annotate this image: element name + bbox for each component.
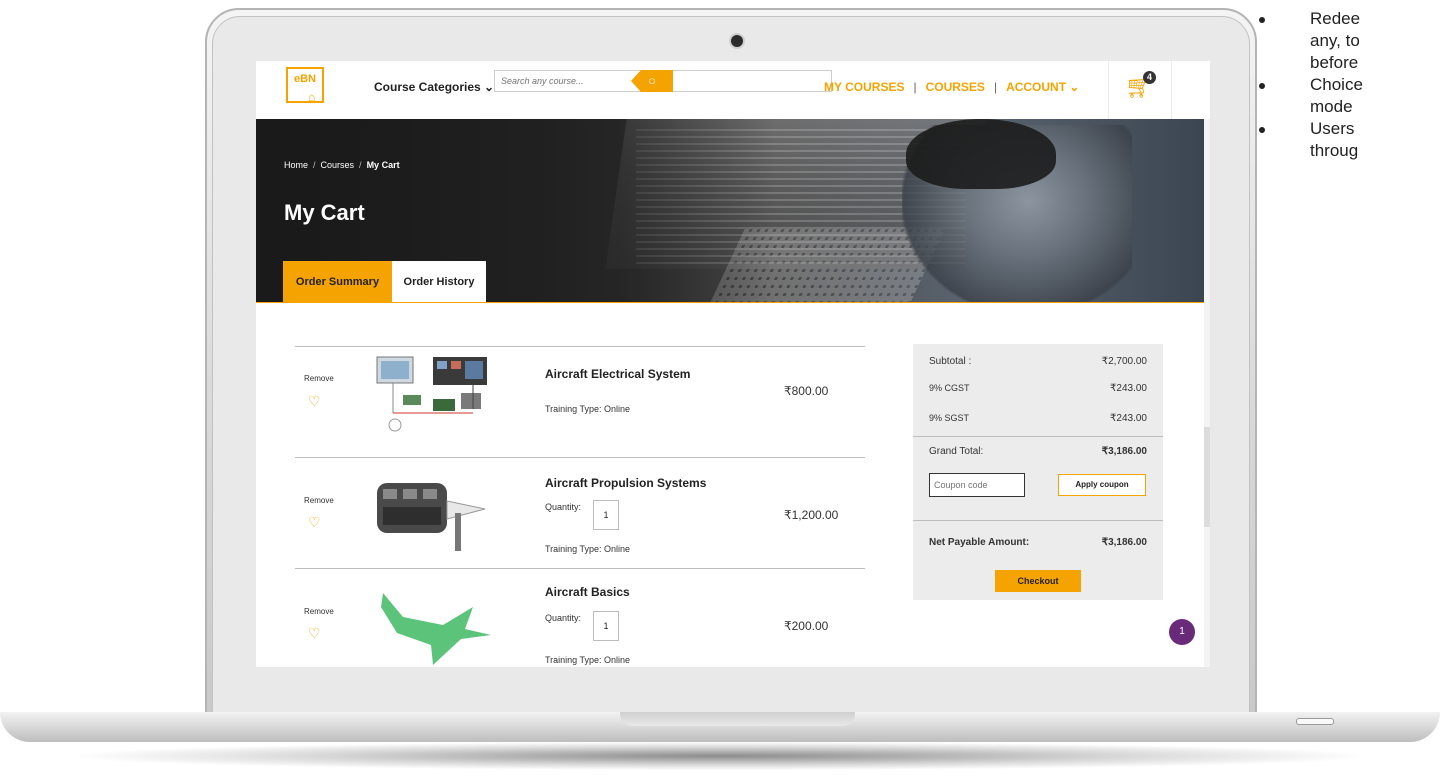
- heart-icon[interactable]: ♡: [308, 393, 321, 410]
- breadcrumb-separator: /: [313, 160, 316, 170]
- side-note-line: Users: [1310, 119, 1355, 138]
- nav-separator: |: [993, 80, 998, 94]
- training-type: Training Type: Online: [545, 404, 631, 414]
- side-note-line: throug: [1310, 141, 1359, 160]
- quantity-input[interactable]: 1: [593, 500, 619, 530]
- breadcrumb-separator: /: [359, 160, 362, 170]
- search-input[interactable]: [501, 74, 621, 88]
- scrollbar-thumb[interactable]: [1204, 427, 1210, 527]
- course-price: ₹800.00: [784, 384, 829, 398]
- cart-button[interactable]: 🛒︎ 4: [1108, 61, 1172, 119]
- coupon-code-input[interactable]: [929, 473, 1025, 497]
- side-note-line: Choice: [1310, 75, 1363, 94]
- chevron-down-icon: ⌄: [484, 80, 495, 94]
- course-categories-label: Course Categories: [374, 80, 481, 94]
- side-note-item: Users throug: [1241, 118, 1440, 162]
- search-icon: ○: [648, 73, 656, 88]
- cart-item: Remove ♡ Aircraft Electrical System Trai…: [295, 346, 865, 457]
- course-price: ₹1,200.00: [784, 508, 839, 522]
- remove-link[interactable]: Remove: [304, 607, 334, 616]
- remove-link[interactable]: Remove: [304, 496, 334, 505]
- hero-divider: [256, 302, 1210, 303]
- hero-banner: Home / Courses / My Cart My Cart Order Summa…: [256, 119, 1210, 303]
- top-navigation-bar: eBN ⌂ Course Categories ⌄ ○ MY COURSES | C…: [256, 61, 1210, 119]
- tab-order-history[interactable]: Order History: [392, 261, 486, 303]
- laptop-shadow: [80, 742, 1360, 770]
- tab-order-summary[interactable]: Order Summary: [283, 261, 392, 303]
- search-box: ○: [494, 70, 832, 92]
- heart-icon[interactable]: ♡: [308, 514, 321, 531]
- breadcrumb-current: My Cart: [366, 160, 400, 170]
- breadcrumb-home[interactable]: Home: [284, 160, 308, 170]
- summary-divider: [913, 436, 1163, 437]
- remove-link[interactable]: Remove: [304, 374, 334, 383]
- breadcrumb: Home / Courses / My Cart: [284, 160, 400, 170]
- cart-item: Remove ♡ Aircraft Basics Quantity: 1 Tra…: [295, 568, 865, 667]
- scrollbar-track[interactable]: [1204, 119, 1210, 667]
- graduation-cap-icon: ⌂: [308, 90, 316, 104]
- cgst-label: 9% CGST: [929, 383, 970, 393]
- side-notes-list: Redee any, to before Choice mode Users t…: [1259, 8, 1440, 162]
- bullet-icon: [1259, 127, 1265, 133]
- nav-courses[interactable]: COURSES: [926, 80, 985, 94]
- course-title[interactable]: Aircraft Basics: [545, 585, 630, 599]
- training-type: Training Type: Online: [545, 655, 631, 665]
- subtotal-label: Subtotal :: [929, 356, 972, 367]
- cart-count-badge: 4: [1143, 71, 1156, 84]
- subtotal-value: ₹2,700.00: [1101, 356, 1147, 367]
- net-payable-label: Net Payable Amount:: [929, 537, 1030, 548]
- chat-notification-badge[interactable]: 1: [1169, 619, 1195, 645]
- course-thumbnail-propulsion[interactable]: [373, 473, 493, 553]
- quantity-label: Quantity:: [545, 502, 582, 512]
- laptop-base-notch: [620, 712, 855, 726]
- side-note-item: Choice mode: [1241, 74, 1440, 118]
- camera-icon: [731, 35, 743, 47]
- bullet-icon: [1259, 83, 1265, 89]
- chevron-down-icon: ⌄: [1069, 80, 1080, 94]
- net-payable-value: ₹3,186.00: [1101, 537, 1147, 548]
- page-title: My Cart: [284, 200, 365, 225]
- breadcrumb-courses[interactable]: Courses: [321, 160, 355, 170]
- search-button[interactable]: ○: [631, 70, 673, 92]
- sgst-label: 9% SGST: [929, 413, 970, 423]
- heart-icon[interactable]: ♡: [308, 625, 321, 642]
- cart-item: Remove ♡ Aircraft Propulsion Systems Qua…: [295, 457, 865, 568]
- side-note-line: Redee: [1310, 9, 1361, 28]
- quantity-input[interactable]: 1: [593, 611, 619, 641]
- cgst-value: ₹243.00: [1110, 383, 1147, 394]
- side-note-line: any, to: [1310, 31, 1360, 50]
- quantity-label: Quantity:: [545, 613, 582, 623]
- apply-coupon-button[interactable]: Apply coupon: [1058, 474, 1146, 496]
- nav-account[interactable]: ACCOUNT: [1006, 80, 1066, 94]
- summary-divider: [913, 520, 1163, 521]
- cart-items-list: Remove ♡ Aircraft Electrical System Trai…: [295, 346, 865, 667]
- course-thumbnail-aircraft[interactable]: [373, 587, 493, 667]
- side-note-line: before: [1310, 53, 1359, 72]
- logo-text: eBN: [293, 73, 316, 85]
- course-price: ₹200.00: [784, 619, 829, 633]
- nav-my-courses[interactable]: MY COURSES: [824, 80, 904, 94]
- laptop-led: [1296, 718, 1334, 725]
- hero-image-hair: [906, 119, 1056, 189]
- course-categories-menu[interactable]: Course Categories ⌄: [374, 80, 494, 94]
- order-summary-panel: Subtotal : ₹2,700.00 9% CGST ₹243.00 9% …: [913, 344, 1163, 600]
- training-type: Training Type: Online: [545, 544, 631, 554]
- logo[interactable]: eBN ⌂: [286, 67, 324, 104]
- checkout-button[interactable]: Checkout: [995, 570, 1081, 592]
- course-title[interactable]: Aircraft Electrical System: [545, 367, 690, 381]
- laptop-screen: eBN ⌂ Course Categories ⌄ ○ MY COURSES | C…: [256, 61, 1210, 667]
- main-nav: MY COURSES | COURSES | ACCOUNT ⌄: [824, 80, 1079, 94]
- sgst-value: ₹243.00: [1110, 413, 1147, 424]
- side-note-item: Redee any, to before: [1241, 8, 1440, 74]
- bullet-icon: [1259, 17, 1265, 23]
- nav-separator: |: [913, 80, 917, 94]
- side-note-line: mode: [1310, 97, 1353, 116]
- course-thumbnail-electrical[interactable]: [373, 353, 493, 433]
- grand-total-value: ₹3,186.00: [1101, 446, 1147, 457]
- grand-total-label: Grand Total:: [929, 446, 984, 457]
- course-title[interactable]: Aircraft Propulsion Systems: [545, 476, 706, 490]
